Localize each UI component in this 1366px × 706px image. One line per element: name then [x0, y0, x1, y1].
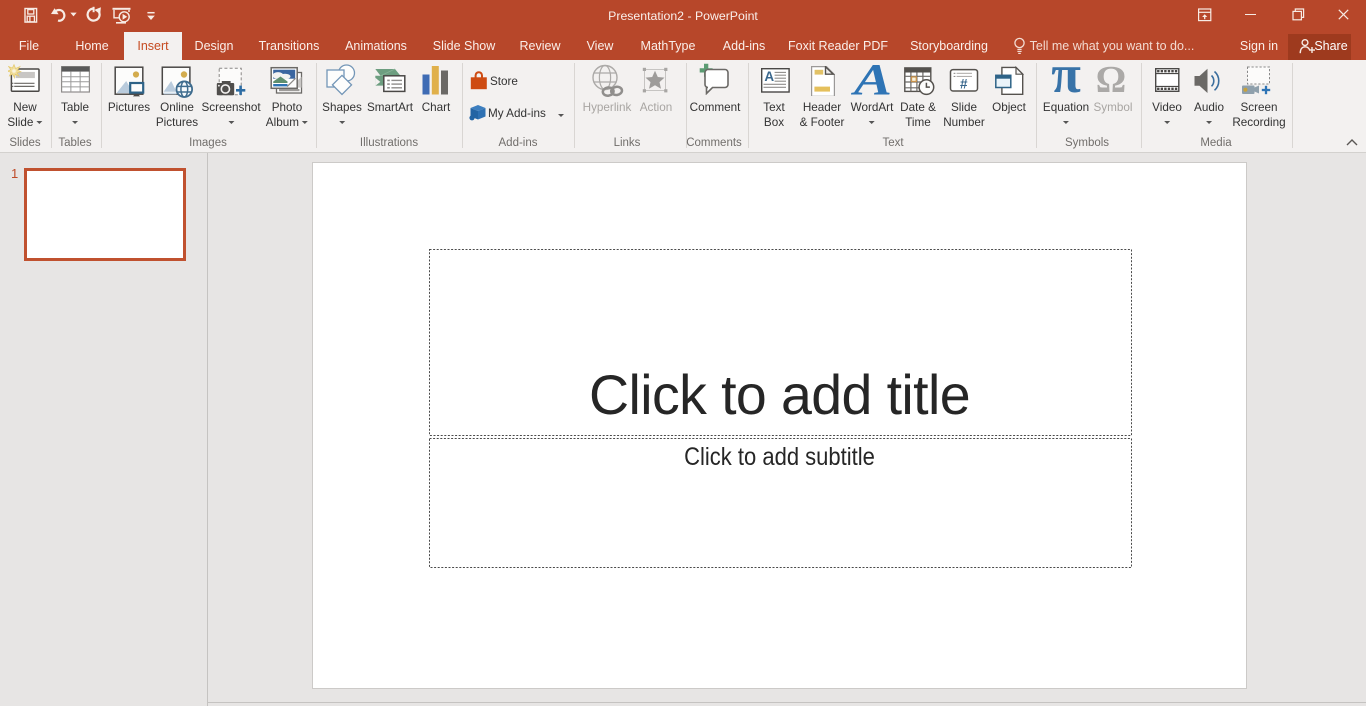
- svg-text:A: A: [764, 69, 774, 84]
- svg-text:Ω: Ω: [1096, 64, 1126, 94]
- svg-text:A: A: [851, 63, 892, 95]
- svg-text:#: #: [960, 77, 968, 92]
- svg-text:π: π: [1051, 64, 1081, 94]
